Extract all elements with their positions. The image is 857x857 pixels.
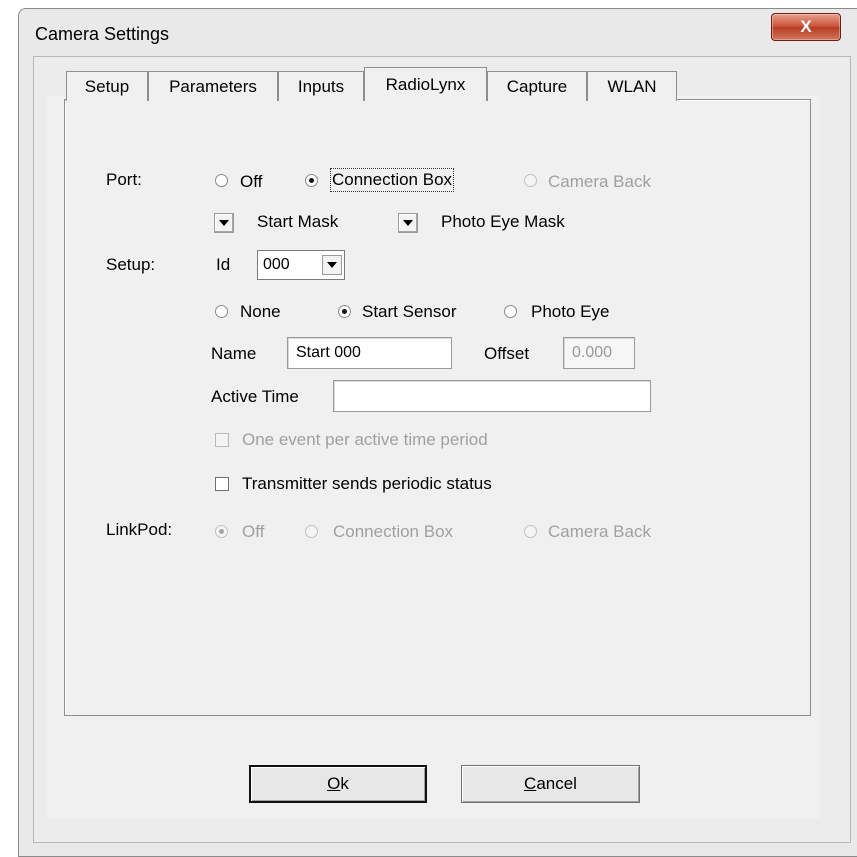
name-field[interactable]: Start 000 [287, 337, 452, 369]
tab-setup[interactable]: Setup [66, 71, 148, 101]
id-select-arrow[interactable] [322, 255, 342, 275]
cancel-button[interactable]: Cancel [461, 765, 640, 803]
sensor-start-sensor-radio[interactable] [338, 305, 351, 318]
chevron-down-icon [327, 262, 337, 268]
start-mask-label: Start Mask [257, 212, 339, 231]
port-camera-back-radio [524, 174, 537, 187]
transmitter-status-label: Transmitter sends periodic status [242, 474, 492, 493]
sensor-photo-eye-label: Photo Eye [531, 302, 610, 321]
tab-inputs[interactable]: Inputs [278, 71, 364, 101]
id-select-value: 000 [263, 256, 290, 273]
name-label: Name [211, 344, 257, 363]
chevron-down-icon [219, 220, 229, 226]
port-camera-back-label: Camera Back [548, 172, 651, 191]
transmitter-status-checkbox[interactable] [215, 477, 229, 491]
chevron-down-icon [403, 220, 413, 226]
one-event-checkbox [215, 433, 229, 447]
sensor-photo-eye-radio[interactable] [504, 305, 517, 318]
linkpod-off-radio [215, 525, 228, 538]
offset-label: Offset [484, 344, 530, 363]
tab-radiolynx[interactable]: RadioLynx [364, 67, 487, 101]
linkpod-connection-box-radio [305, 525, 318, 538]
photo-eye-mask-label: Photo Eye Mask [441, 212, 565, 231]
photo-eye-mask-dropdown-button[interactable] [398, 213, 418, 233]
sensor-none-label: None [240, 302, 281, 321]
port-off-radio[interactable] [215, 174, 228, 187]
start-mask-dropdown-button[interactable] [214, 213, 234, 233]
port-connection-box-label: Connection Box [329, 168, 455, 192]
port-connection-box-radio[interactable] [305, 174, 318, 187]
setup-label: Setup: [106, 255, 156, 274]
dialog-title: Camera Settings [35, 24, 170, 44]
close-button[interactable]: X [771, 13, 841, 41]
linkpod-label: LinkPod: [106, 520, 173, 539]
linkpod-connection-box-label: Connection Box [333, 522, 454, 541]
linkpod-camera-back-radio [524, 525, 537, 538]
id-label: Id [216, 255, 231, 274]
sensor-none-radio[interactable] [215, 305, 228, 318]
linkpod-camera-back-label: Camera Back [548, 522, 651, 541]
one-event-label: One event per active time period [242, 430, 488, 449]
ok-button[interactable]: Ok [249, 765, 427, 803]
id-select[interactable]: 000 [257, 250, 345, 280]
linkpod-off-label: Off [242, 522, 265, 541]
active-time-field[interactable] [333, 380, 651, 412]
close-icon: X [800, 17, 812, 36]
port-label: Port: [106, 170, 142, 189]
port-off-label: Off [240, 172, 263, 191]
tab-parameters[interactable]: Parameters [148, 71, 278, 101]
offset-field: 0.000 [563, 337, 635, 369]
tab-wlan[interactable]: WLAN [587, 71, 677, 101]
active-time-label: Active Time [211, 387, 299, 406]
sensor-start-sensor-label: Start Sensor [362, 302, 457, 321]
tab-capture[interactable]: Capture [487, 71, 587, 101]
